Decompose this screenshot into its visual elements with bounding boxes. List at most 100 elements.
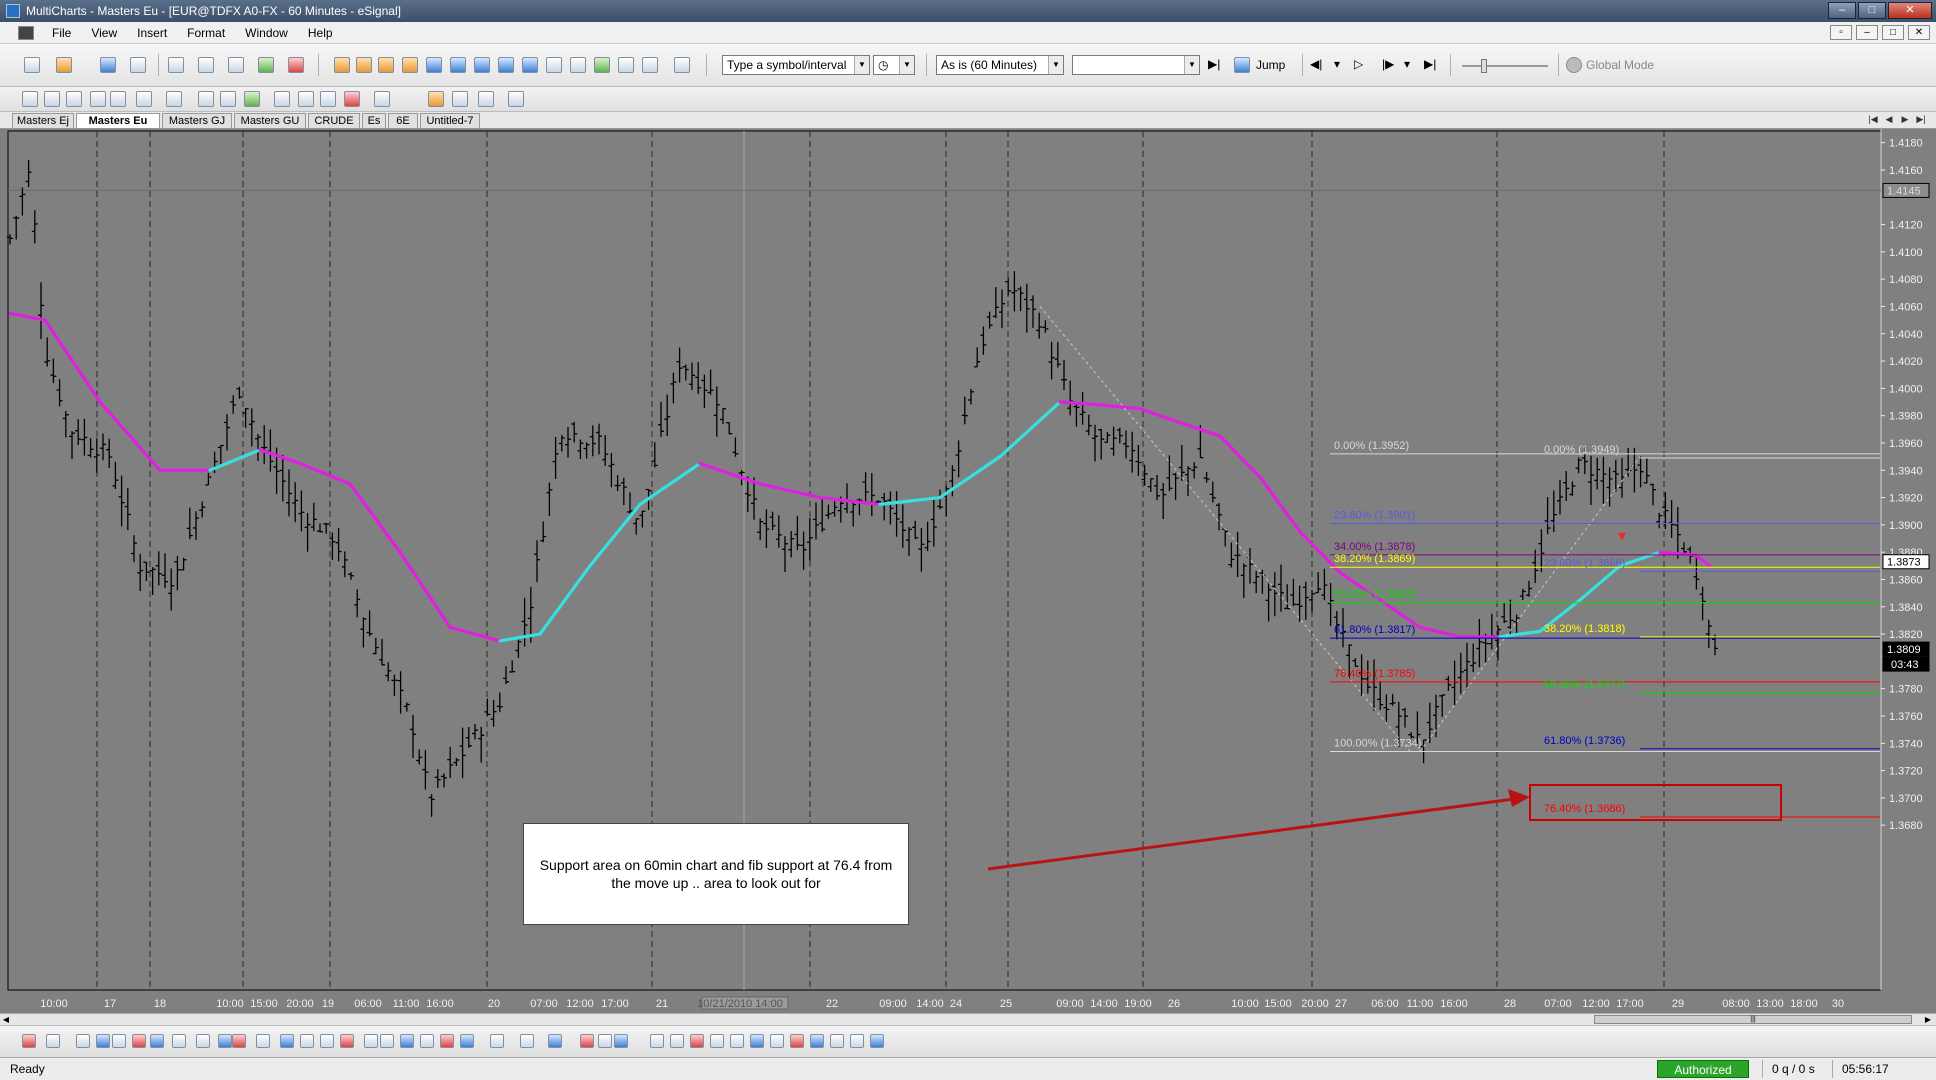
format-bars-icon[interactable] [198, 91, 214, 107]
drawing-tool-icon[interactable] [76, 1034, 90, 1048]
candle-style-icon[interactable] [44, 91, 60, 107]
drawing-tool-icon[interactable] [400, 1034, 414, 1048]
drawing-tool-icon[interactable] [46, 1034, 60, 1048]
zoom-in-icon[interactable] [546, 57, 562, 73]
playback-step-icon[interactable]: |▶ [1382, 57, 1394, 71]
data-window-icon[interactable] [166, 91, 182, 107]
playback-menu2-icon[interactable]: ▾ [1404, 57, 1410, 71]
drawing-tool-icon[interactable] [150, 1034, 164, 1048]
portfolio-icon[interactable] [258, 57, 274, 73]
playback-menu-icon[interactable]: ▾ [1334, 57, 1340, 71]
drawing-tool-icon[interactable] [710, 1034, 724, 1048]
mdi-close-button[interactable]: ✕ [1908, 25, 1930, 40]
menu-help[interactable]: Help [298, 26, 343, 40]
drawing-tool-icon[interactable] [548, 1034, 562, 1048]
crosshair-icon[interactable] [452, 91, 468, 107]
drawing-tool-icon[interactable] [340, 1034, 354, 1048]
new-workspace-icon[interactable] [24, 57, 40, 73]
strategy-icon[interactable] [274, 91, 290, 107]
chart-horizontal-scrollbar[interactable]: ◀ ||| ▶ [0, 1013, 1936, 1025]
drawing-tool-icon[interactable] [770, 1034, 784, 1048]
playback-speed-slider[interactable] [1462, 65, 1548, 67]
drawing-tool-icon[interactable] [380, 1034, 394, 1048]
date-jump-input[interactable]: ▼ [1072, 55, 1200, 75]
playback-play-icon[interactable]: ▷ [1354, 57, 1363, 71]
minimize-button[interactable]: – [1828, 2, 1856, 19]
expand-icon[interactable] [522, 57, 538, 73]
drawing-tool-icon[interactable] [300, 1034, 314, 1048]
alerts-icon[interactable] [344, 91, 360, 107]
format-icon[interactable] [642, 57, 658, 73]
tab-masters-gj[interactable]: Masters GJ [162, 113, 232, 128]
playback-end-icon[interactable]: ▶| [1424, 57, 1436, 71]
tab-prev-icon[interactable]: ◀ [1882, 114, 1896, 126]
drawing-tool-icon[interactable] [650, 1034, 664, 1048]
drawing-tool-icon[interactable] [218, 1034, 232, 1048]
menu-insert[interactable]: Insert [127, 26, 177, 40]
performance-icon[interactable] [320, 91, 336, 107]
scroll-up-icon[interactable] [426, 57, 442, 73]
tab-crude[interactable]: CRUDE [308, 113, 360, 128]
menu-file[interactable]: File [42, 26, 81, 40]
chart-window[interactable]: 1.4180 1.4160 1.4120 1.4100 1.4080 1.4060 1.40… [0, 129, 1936, 1013]
indicator-icon[interactable] [136, 91, 152, 107]
tab-masters-eu[interactable]: Masters Eu [76, 113, 160, 128]
scroll-down-icon[interactable] [450, 57, 466, 73]
playback-back-icon[interactable]: ◀| [1310, 57, 1322, 71]
tab-first-icon[interactable]: |◀ [1866, 114, 1880, 126]
check-icon[interactable] [244, 91, 260, 107]
drawing-tool-icon[interactable] [132, 1034, 146, 1048]
drawing-tool-icon[interactable] [830, 1034, 844, 1048]
tab-es[interactable]: Es [362, 113, 386, 128]
drawing-tool-icon[interactable] [730, 1034, 744, 1048]
drawing-tool-icon[interactable] [670, 1034, 684, 1048]
zoom-out-icon[interactable] [570, 57, 586, 73]
menu-view[interactable]: View [81, 26, 127, 40]
candlestick-icon[interactable] [356, 57, 372, 73]
chevron-down-icon[interactable]: ▼ [1048, 56, 1063, 74]
tab-last-icon[interactable]: ▶| [1914, 114, 1928, 126]
tab-untitled-7[interactable]: Untitled-7 [420, 113, 480, 128]
order-icon[interactable] [288, 57, 304, 73]
chart-type-combo[interactable]: ◷ ▼ [873, 55, 915, 75]
jump-button[interactable]: Jump [1256, 58, 1285, 72]
slider-thumb[interactable] [1481, 59, 1487, 73]
drawing-tool-icon[interactable] [420, 1034, 434, 1048]
workspace-settings-icon[interactable] [674, 57, 690, 73]
pointer-icon[interactable] [374, 91, 390, 107]
drawing-tool-icon[interactable] [364, 1034, 378, 1048]
chevron-down-icon[interactable]: ▼ [854, 56, 869, 74]
menu-format[interactable]: Format [177, 26, 235, 40]
drawing-tool-icon[interactable] [598, 1034, 612, 1048]
tab-masters-gu[interactable]: Masters GU [234, 113, 306, 128]
calendar-icon[interactable]: ▼ [1184, 56, 1199, 74]
annotation-note[interactable]: Support area on 60min chart and fib supp… [523, 823, 909, 925]
scroll-right-icon[interactable] [498, 57, 514, 73]
magnet-icon[interactable] [478, 91, 494, 107]
jump-icon[interactable] [1234, 57, 1250, 73]
signals-icon[interactable] [298, 91, 314, 107]
resolution-combo[interactable]: As is (60 Minutes) ▼ [936, 55, 1064, 75]
document-menu-icon[interactable] [18, 25, 34, 40]
scrollbar-thumb[interactable]: ||| [1594, 1015, 1912, 1024]
scroll-left-icon[interactable] [474, 57, 490, 73]
menu-window[interactable]: Window [235, 26, 298, 40]
drawing-tool-icon[interactable] [520, 1034, 534, 1048]
line-chart-icon[interactable] [402, 57, 418, 73]
drawing-tool-icon[interactable] [460, 1034, 474, 1048]
save-icon[interactable] [100, 57, 116, 73]
tab-next-icon[interactable]: ▶ [1898, 114, 1912, 126]
mdi-maximize-button[interactable]: □ [1882, 25, 1904, 40]
drawing-tool-icon[interactable] [22, 1034, 36, 1048]
close-button[interactable]: ✕ [1888, 2, 1932, 19]
drawing-tool-icon[interactable] [690, 1034, 704, 1048]
drawing-tool-icon[interactable] [280, 1034, 294, 1048]
comment-icon[interactable] [428, 91, 444, 107]
chevron-down-icon[interactable]: ▼ [899, 56, 914, 74]
dropdown-icon[interactable] [110, 91, 126, 107]
dom-icon[interactable] [228, 57, 244, 73]
drawing-tool-icon[interactable] [750, 1034, 764, 1048]
drawing-tool-icon[interactable] [850, 1034, 864, 1048]
maximize-button[interactable]: □ [1858, 2, 1886, 19]
price-chart[interactable]: 1.4180 1.4160 1.4120 1.4100 1.4080 1.4060 1.40… [0, 129, 1936, 1013]
